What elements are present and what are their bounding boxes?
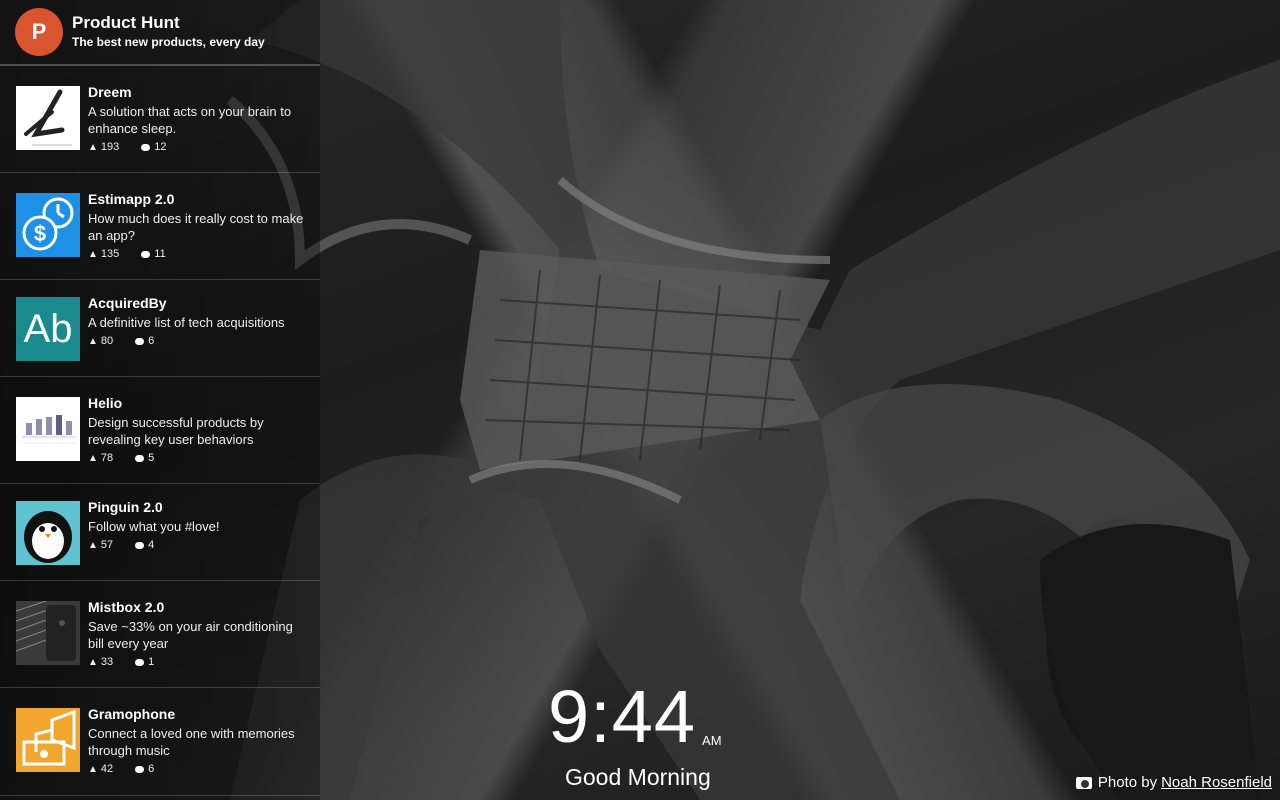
photo-author-link[interactable]: Noah Rosenfield bbox=[1161, 774, 1272, 791]
comment-icon bbox=[141, 143, 151, 151]
vote-count: 42 bbox=[100, 763, 114, 775]
product-hunt-header[interactable]: P Product Hunt The best new products, ev… bbox=[0, 0, 320, 66]
comment-icon bbox=[135, 765, 145, 773]
post-item-dreem[interactable]: Dreem A solution that acts on your brain… bbox=[0, 66, 320, 173]
upvote-icon: ▲ bbox=[88, 248, 98, 260]
clock-time: 9:44 bbox=[548, 675, 697, 758]
vote-count: 78 bbox=[100, 452, 114, 464]
upvote-icon: ▲ bbox=[88, 539, 98, 551]
upvote-icon: ▲ bbox=[88, 452, 98, 464]
upvote-icon: ▲ bbox=[88, 763, 98, 775]
acquiredby-thumbnail: Ab bbox=[16, 297, 80, 361]
vote-count: 193 bbox=[100, 141, 120, 153]
greeting-text: Good Morning bbox=[565, 764, 711, 790]
comment-count: 5 bbox=[148, 452, 155, 464]
post-item-acquiredby[interactable]: Ab AcquiredBy A definitive list of tech … bbox=[0, 280, 320, 377]
post-tagline: Follow what you #love! bbox=[88, 519, 220, 534]
comment-icon bbox=[135, 658, 145, 666]
helio-thumbnail bbox=[16, 397, 80, 461]
post-name: Estimapp 2.0 bbox=[88, 191, 175, 207]
post-tagline: A solution that acts on your brain to en… bbox=[88, 104, 292, 136]
post-item-estimapp[interactable]: $ Estimapp 2.0 How much does it really c… bbox=[0, 173, 320, 280]
post-name: Mistbox 2.0 bbox=[88, 599, 165, 615]
upvote-icon: ▲ bbox=[88, 335, 98, 347]
comment-count: 6 bbox=[148, 763, 155, 775]
vote-count: 57 bbox=[100, 539, 114, 551]
post-tagline: A definitive list of tech acquisitions bbox=[88, 315, 285, 330]
post-item-pinguin[interactable]: Pinguin 2.0 Follow what you #love! ▲ 57 … bbox=[0, 484, 320, 581]
comment-icon bbox=[135, 541, 145, 549]
comment-icon bbox=[135, 454, 145, 462]
svg-text:$: $ bbox=[34, 221, 46, 246]
upvote-icon: ▲ bbox=[88, 141, 98, 153]
post-name: Helio bbox=[88, 395, 123, 411]
post-item-gramophone[interactable]: Gramophone Connect a loved one with memo… bbox=[0, 688, 320, 796]
comment-count: 6 bbox=[148, 335, 155, 347]
post-name: Dreem bbox=[88, 84, 132, 100]
photo-credit: Photo by Noah Rosenfield bbox=[1075, 774, 1272, 791]
header-title: Product Hunt bbox=[72, 13, 180, 32]
comment-count: 11 bbox=[154, 248, 166, 260]
post-item-helio[interactable]: Helio Design successful products by reve… bbox=[0, 377, 320, 484]
post-tagline: Save ~33% on your air conditioning bill … bbox=[88, 619, 293, 651]
header-subtitle: The best new products, every day bbox=[72, 35, 265, 49]
comment-icon bbox=[135, 337, 145, 345]
clock-ampm: AM bbox=[702, 733, 722, 748]
mistbox-thumbnail bbox=[16, 601, 80, 665]
vote-count: 80 bbox=[100, 335, 114, 347]
upvote-icon: ▲ bbox=[88, 656, 98, 668]
post-tagline: Connect a loved one with memories throug… bbox=[88, 726, 295, 758]
post-name: Gramophone bbox=[88, 706, 176, 722]
vote-count: 33 bbox=[100, 656, 114, 668]
post-name: AcquiredBy bbox=[88, 295, 167, 311]
post-tagline: How much does it really cost to make an … bbox=[88, 211, 304, 243]
estimapp-thumbnail: $ bbox=[16, 193, 80, 257]
clock: 9:44 AM bbox=[548, 680, 722, 754]
camera-icon bbox=[1075, 776, 1092, 789]
post-tagline: Design successful products by revealing … bbox=[88, 415, 264, 447]
photo-credit-prefix: Photo by bbox=[1097, 774, 1158, 791]
post-name: Pinguin 2.0 bbox=[88, 499, 163, 515]
gramophone-thumbnail bbox=[16, 708, 80, 772]
product-hunt-logo-icon: P bbox=[15, 8, 63, 56]
comment-icon bbox=[141, 250, 151, 258]
post-item-mistbox[interactable]: Mistbox 2.0 Save ~33% on your air condit… bbox=[0, 581, 320, 688]
comment-count: 1 bbox=[148, 656, 155, 668]
vote-count: 135 bbox=[100, 248, 120, 260]
product-hunt-sidebar: P Product Hunt The best new products, ev… bbox=[0, 0, 320, 800]
comment-count: 12 bbox=[154, 141, 167, 153]
dreem-thumbnail bbox=[16, 86, 80, 150]
pinguin-thumbnail bbox=[16, 501, 80, 565]
comment-count: 4 bbox=[148, 539, 155, 551]
